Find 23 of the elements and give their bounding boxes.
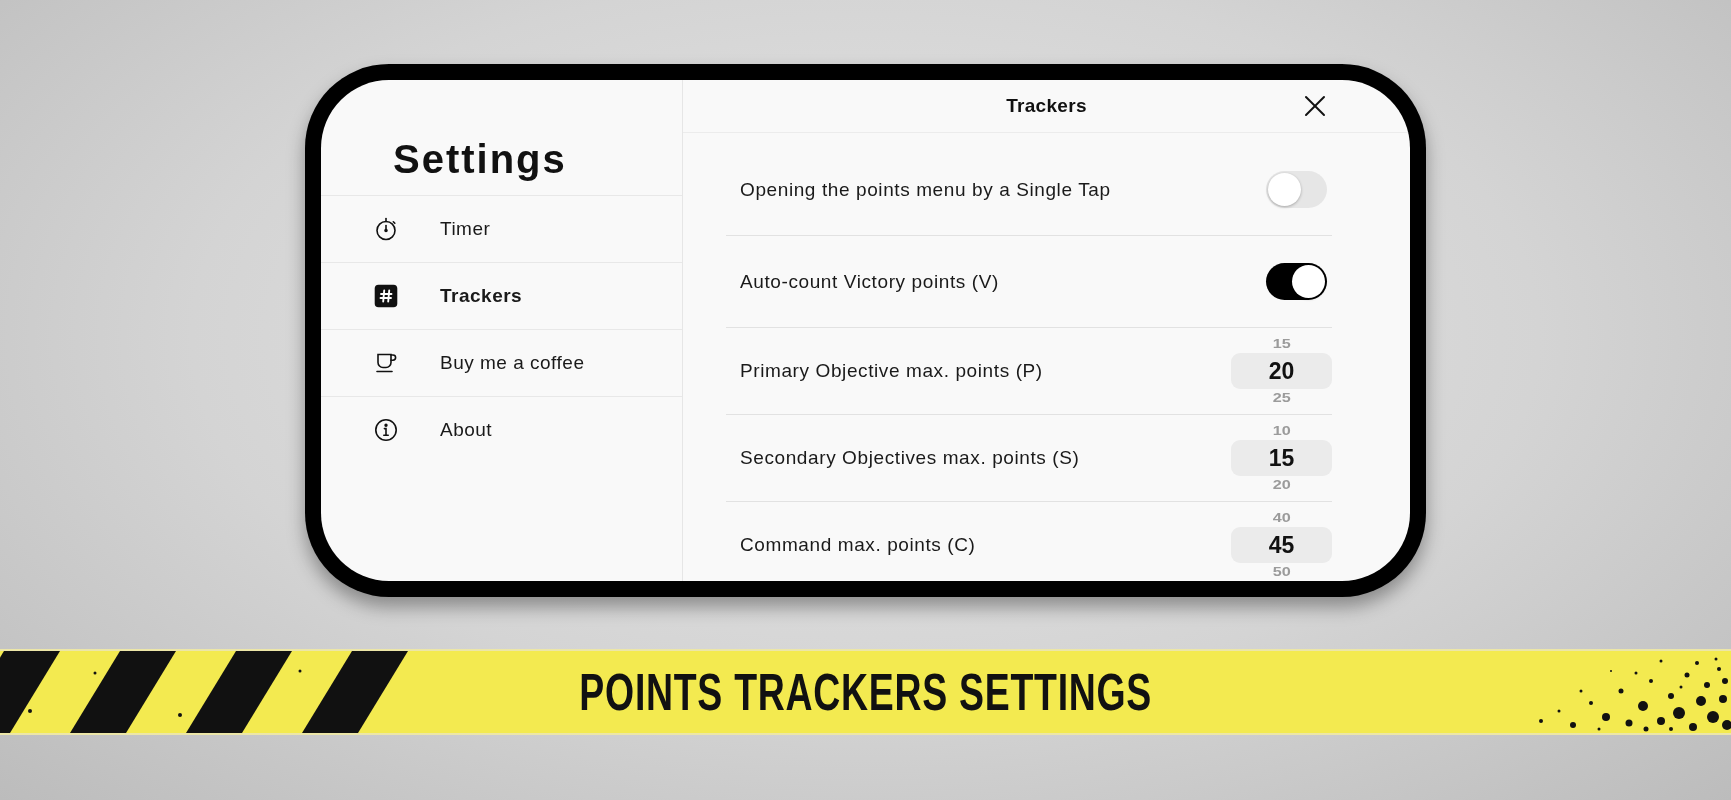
picker-value[interactable]: 20	[1231, 353, 1332, 389]
sidebar-item[interactable]: About	[321, 396, 682, 463]
stopwatch-icon	[374, 217, 398, 241]
close-button[interactable]	[1304, 95, 1326, 117]
sidebar-title: Settings	[393, 136, 567, 182]
sidebar-item[interactable]: Trackers	[321, 262, 682, 329]
banner-title: POINTS TRACKERS SETTINGS	[579, 665, 1152, 719]
setting-label: Secondary Objectives max. points (S)	[740, 447, 1080, 469]
picker-value[interactable]: 15	[1231, 440, 1332, 476]
setting-label: Primary Objective max. points (P)	[740, 360, 1043, 382]
info-icon	[374, 418, 398, 442]
panel-title: Trackers	[1006, 95, 1087, 117]
toggle-switch[interactable]	[1266, 263, 1327, 300]
setting-label: Opening the points menu by a Single Tap	[740, 178, 1111, 201]
hash-icon	[374, 284, 398, 308]
sidebar-item[interactable]: Buy me a coffee	[321, 329, 682, 396]
picker-value[interactable]: 45	[1231, 527, 1332, 563]
setting-label: Auto-count Victory points (V)	[740, 270, 999, 293]
sidebar-item[interactable]: Timer	[321, 195, 682, 262]
setting-label: Command max. points (C)	[740, 534, 976, 556]
close-icon	[1304, 95, 1326, 117]
coffee-cup-icon	[374, 351, 398, 375]
toggle-switch[interactable]	[1266, 171, 1327, 208]
